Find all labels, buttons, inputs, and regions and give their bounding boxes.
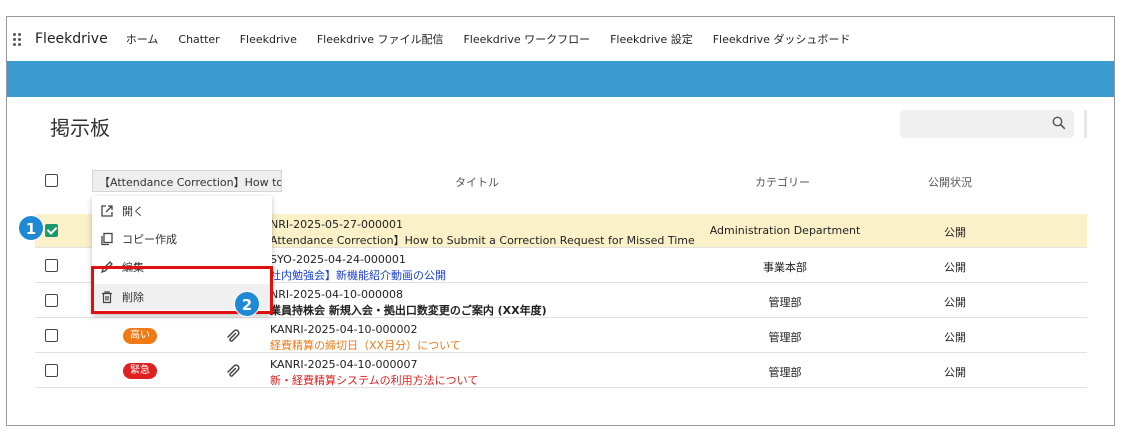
paperclip-icon bbox=[227, 364, 240, 377]
nav-workflow[interactable]: Fleekdrive ワークフロー bbox=[463, 31, 590, 47]
app-launcher-icon[interactable] bbox=[13, 30, 23, 48]
nav-chatter[interactable]: Chatter bbox=[178, 33, 219, 46]
menu-item-label: 開く bbox=[122, 205, 144, 218]
row-title[interactable]: 経費精算の締切日（XX月分）について bbox=[270, 337, 461, 353]
copy-icon bbox=[101, 232, 113, 246]
nav-dashboard[interactable]: Fleekdrive ダッシュボード bbox=[713, 31, 851, 47]
header-category[interactable]: カテゴリー bbox=[755, 174, 810, 190]
row-checkbox[interactable] bbox=[45, 294, 58, 307]
nav-home[interactable]: ホーム bbox=[126, 31, 159, 47]
page-title: 掲示板 bbox=[50, 116, 110, 140]
open-external-icon bbox=[101, 205, 113, 217]
menu-item-label: コピー作成 bbox=[122, 233, 177, 246]
row-status: 公開 bbox=[944, 226, 966, 239]
table-row[interactable]: 高い KANRI-2025-04-10-000002 経費精算の締切日（XX月分… bbox=[35, 319, 1087, 353]
row-action-trigger[interactable]: 【Attendance Correction】How to… bbox=[92, 170, 282, 192]
search-icon[interactable] bbox=[1052, 116, 1066, 130]
row-id[interactable]: KANRI-2025-04-10-000002 bbox=[270, 323, 418, 336]
row-checkbox[interactable] bbox=[45, 329, 58, 342]
header-accent-bar bbox=[7, 61, 1114, 97]
row-id[interactable]: SYO-2025-04-24-000001 bbox=[270, 253, 406, 266]
row-checkbox[interactable] bbox=[45, 364, 58, 377]
select-all-checkbox[interactable] bbox=[45, 174, 58, 187]
header-status[interactable]: 公開状況 bbox=[928, 174, 972, 190]
row-checkbox-checked[interactable] bbox=[45, 224, 58, 237]
menu-item-copy[interactable]: コピー作成 bbox=[92, 226, 272, 252]
nav-file-delivery[interactable]: Fleekdrive ファイル配信 bbox=[317, 31, 444, 47]
row-status: 公開 bbox=[944, 261, 966, 274]
row-title[interactable]: 社内勉強会】新機能紹介動画の公開 bbox=[270, 267, 446, 283]
priority-badge-high: 高い bbox=[123, 328, 157, 344]
nav-fleekdrive[interactable]: Fleekdrive bbox=[240, 33, 297, 46]
row-category: 管理部 bbox=[768, 366, 802, 379]
header-title[interactable]: タイトル bbox=[455, 174, 499, 190]
search-input[interactable] bbox=[900, 110, 1074, 138]
app-name: Fleekdrive bbox=[35, 31, 108, 47]
row-status: 公開 bbox=[944, 366, 966, 379]
row-category: 管理部 bbox=[768, 331, 802, 344]
menu-item-open[interactable]: 開く bbox=[92, 198, 272, 224]
search-edge bbox=[1084, 110, 1087, 138]
row-id[interactable]: NRI-2025-05-27-000001 bbox=[270, 218, 403, 231]
row-id[interactable]: NRI-2025-04-10-000008 bbox=[270, 288, 403, 301]
row-status: 公開 bbox=[944, 331, 966, 344]
row-title[interactable]: Attendance Correction】How to Submit a Co… bbox=[270, 232, 695, 248]
row-category: Administration Department bbox=[709, 224, 861, 237]
row-title[interactable]: 業員持株会 新規入会・拠出口数変更のご案内 (XX年度) bbox=[270, 302, 547, 318]
row-category: 管理部 bbox=[768, 296, 802, 309]
paperclip-icon bbox=[227, 329, 240, 342]
top-navigation: Fleekdrive ホーム Chatter Fleekdrive Fleekd… bbox=[7, 17, 1114, 61]
row-category: 事業本部 bbox=[763, 261, 807, 274]
priority-badge-urgent: 緊急 bbox=[123, 363, 157, 379]
table-row[interactable]: 緊急 KANRI-2025-04-10-000007 新・経費精算システムの利用… bbox=[35, 354, 1087, 388]
nav-settings[interactable]: Fleekdrive 設定 bbox=[610, 31, 693, 47]
row-checkbox[interactable] bbox=[45, 259, 58, 272]
step-marker-1: 1 bbox=[18, 215, 44, 241]
row-title[interactable]: 新・経費精算システムの利用方法について bbox=[270, 372, 478, 388]
step-marker-2: 2 bbox=[234, 291, 260, 317]
row-status: 公開 bbox=[944, 296, 966, 309]
row-id[interactable]: KANRI-2025-04-10-000007 bbox=[270, 358, 418, 371]
